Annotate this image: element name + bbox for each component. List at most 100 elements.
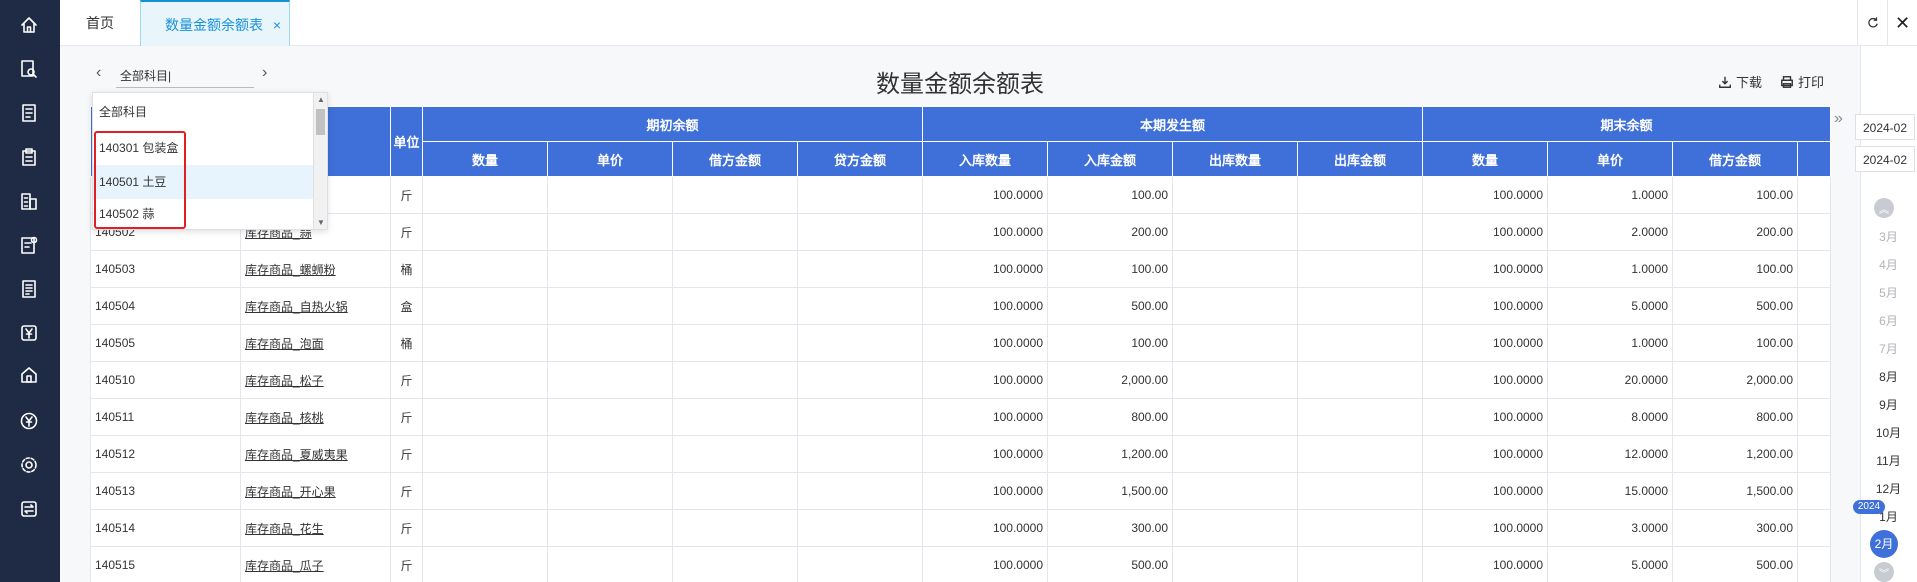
scroll-up-icon[interactable]: ▲ <box>317 95 325 104</box>
print-icon <box>1781 75 1793 88</box>
table-row[interactable]: 140511 库存商品_核桃斤 100.0000 800.00 100.0000 8.00… <box>90 398 1832 436</box>
expand-panel-icon[interactable]: » <box>1834 110 1843 128</box>
dropdown-option-140502[interactable]: 140502 蒜 <box>93 197 313 229</box>
month-8[interactable]: 8月 <box>1860 368 1917 385</box>
table-cell-name[interactable]: 库存商品_瓜子 <box>240 546 391 582</box>
balance-table-wrap: 称 单位 期初余额 本期发生额 期末余额 数量单价借方金额贷方金额入库数量入库金… <box>90 106 1832 582</box>
table-cell-name[interactable]: 库存商品_泡面 <box>240 324 391 362</box>
subheader-2[interactable]: 借方金额 <box>672 141 798 177</box>
table-cell-name[interactable]: 库存商品_夏威夷果 <box>240 435 391 473</box>
close-all-icon[interactable]: ✕ <box>1887 0 1917 46</box>
tab-balance-sheet[interactable]: 数量金额余额表 × <box>140 0 290 46</box>
month-scroll-up-icon[interactable]: ︽ <box>1874 198 1894 218</box>
table-cell <box>672 472 798 510</box>
month-scroll-down-icon[interactable]: ︾ <box>1874 562 1894 582</box>
subject-input[interactable] <box>116 64 254 88</box>
subject-name-link[interactable]: 库存商品_开心果 <box>245 485 336 499</box>
table-cell <box>1172 361 1299 399</box>
table-row[interactable]: 140502 库存商品_蒜斤 100.0000 200.00 100.0000 2.000… <box>90 213 1832 251</box>
subject-name-link[interactable]: 库存商品_核桃 <box>245 411 324 425</box>
tab-home[interactable]: 首页 <box>86 0 136 46</box>
month-3[interactable]: 3月 <box>1860 228 1917 245</box>
table-row[interactable]: 斤 100.0000 100.00 100.0000 1.0000 100.00 <box>90 176 1832 214</box>
table-row[interactable]: 140513 库存商品_开心果斤 100.0000 1,500.00 100.0000 1… <box>90 472 1832 510</box>
subject-name-link[interactable]: 库存商品_夏威夷果 <box>245 448 348 462</box>
table-row[interactable]: 140514 库存商品_花生斤 100.0000 300.00 100.0000 3.00… <box>90 509 1832 547</box>
table-row[interactable]: 140512 库存商品_夏威夷果斤 100.0000 1,200.00 100.0000… <box>90 435 1832 473</box>
warehouse-icon[interactable] <box>16 362 42 388</box>
report-icon[interactable] <box>16 232 42 258</box>
tab-close-icon[interactable]: × <box>273 2 281 48</box>
period-start-field[interactable]: 2024-02 <box>1855 114 1915 140</box>
subheader-5[interactable]: 入库金额 <box>1047 141 1174 177</box>
table-row[interactable]: 140503 库存商品_螺蛳粉桶 100.0000 100.00 100.0000 1.0… <box>90 250 1832 288</box>
table-cell-in-qty: 100.0000 <box>922 176 1049 214</box>
transfer-icon[interactable] <box>16 496 42 522</box>
ledger-icon[interactable] <box>16 100 42 126</box>
month-5[interactable]: 5月 <box>1860 284 1917 301</box>
table-row[interactable]: 140510 库存商品_松子斤 100.0000 2,000.00 100.0000 20… <box>90 361 1832 399</box>
prev-subject-button[interactable]: ‹ <box>96 64 101 82</box>
month-1[interactable]: 1月 <box>1860 508 1917 525</box>
table-row[interactable]: 140505 库存商品_泡面桶 100.0000 100.00 100.0000 1.00… <box>90 324 1832 362</box>
period-end-field[interactable]: 2024-02 <box>1855 146 1915 172</box>
subject-name-link[interactable]: 库存商品_泡面 <box>245 337 324 351</box>
month-7[interactable]: 7月 <box>1860 340 1917 357</box>
dropdown-option-all[interactable]: 全部科目 <box>93 95 313 129</box>
month-12[interactable]: 12月 <box>1860 480 1917 497</box>
print-button[interactable]: 打印 <box>1780 72 1824 91</box>
yen-circle-icon[interactable] <box>16 408 42 434</box>
month-4[interactable]: 4月 <box>1860 256 1917 273</box>
subject-name-link[interactable]: 库存商品_花生 <box>245 522 324 536</box>
dropdown-scrollbar[interactable]: ▲ ▼ <box>313 93 327 229</box>
current-month-button[interactable]: 2月 <box>1870 530 1898 558</box>
month-10[interactable]: 10月 <box>1860 424 1917 441</box>
table-cell-name[interactable]: 库存商品_松子 <box>240 361 391 399</box>
table-cell <box>1172 398 1299 436</box>
scroll-thumb[interactable] <box>316 109 325 135</box>
month-6[interactable]: 6月 <box>1860 312 1917 329</box>
table-cell-name[interactable]: 库存商品_螺蛳粉 <box>240 250 391 288</box>
subheader-9[interactable]: 单价 <box>1547 141 1674 177</box>
list-icon[interactable] <box>16 276 42 302</box>
subheader-10[interactable]: 借方金额 <box>1672 141 1799 177</box>
month-9[interactable]: 9月 <box>1860 396 1917 413</box>
header-unit[interactable]: 单位 <box>390 106 423 177</box>
month-11[interactable]: 11月 <box>1860 452 1917 469</box>
home-icon[interactable] <box>16 12 42 38</box>
download-button[interactable]: 下载 <box>1718 72 1762 91</box>
table-cell <box>1797 287 1832 325</box>
subheader-4[interactable]: 入库数量 <box>922 141 1049 177</box>
search-doc-icon[interactable] <box>16 56 42 82</box>
table-cell-name[interactable]: 库存商品_花生 <box>240 509 391 547</box>
subheader-3[interactable]: 贷方金额 <box>796 141 924 177</box>
table-cell-name[interactable]: 库存商品_核桃 <box>240 398 391 436</box>
subject-name-link[interactable]: 库存商品_松子 <box>245 374 324 388</box>
table-cell-unit: 桶 <box>390 250 423 288</box>
subheader-1[interactable]: 单价 <box>547 141 673 177</box>
subheader-0[interactable]: 数量 <box>422 141 548 177</box>
subheader-7[interactable]: 出库金额 <box>1297 141 1424 177</box>
table-cell-in-qty: 100.0000 <box>922 435 1049 473</box>
subject-name-link[interactable]: 库存商品_瓜子 <box>245 559 324 573</box>
refresh-icon[interactable] <box>1857 0 1887 46</box>
yen-icon[interactable] <box>16 320 42 346</box>
table-cell-name[interactable]: 库存商品_自热火锅 <box>240 287 391 325</box>
table-cell-name[interactable]: 库存商品_开心果 <box>240 472 391 510</box>
clipboard-icon[interactable] <box>16 144 42 170</box>
next-subject-button[interactable]: › <box>262 64 267 82</box>
subheader-6[interactable]: 出库数量 <box>1172 141 1299 177</box>
subheader-8[interactable]: 数量 <box>1422 141 1549 177</box>
dropdown-option-140501[interactable]: 140501 土豆 <box>93 165 313 199</box>
gear-icon[interactable] <box>16 452 42 478</box>
dropdown-option-140301[interactable]: 140301 包装盒 <box>93 131 313 165</box>
table-cell-end-amt: 100.00 <box>1672 324 1799 362</box>
subject-name-link[interactable]: 库存商品_螺蛳粉 <box>245 263 336 277</box>
table-cell-in-amt: 200.00 <box>1047 213 1174 251</box>
table-cell-end-price: 1.0000 <box>1547 250 1674 288</box>
table-row[interactable]: 140504 库存商品_自热火锅盒 100.0000 500.00 100.0000 5.… <box>90 287 1832 325</box>
building-icon[interactable] <box>16 188 42 214</box>
subject-name-link[interactable]: 库存商品_自热火锅 <box>245 300 348 314</box>
scroll-down-icon[interactable]: ▼ <box>317 218 325 227</box>
table-row[interactable]: 140515 库存商品_瓜子斤 100.0000 500.00 100.0000 5.00… <box>90 546 1832 582</box>
